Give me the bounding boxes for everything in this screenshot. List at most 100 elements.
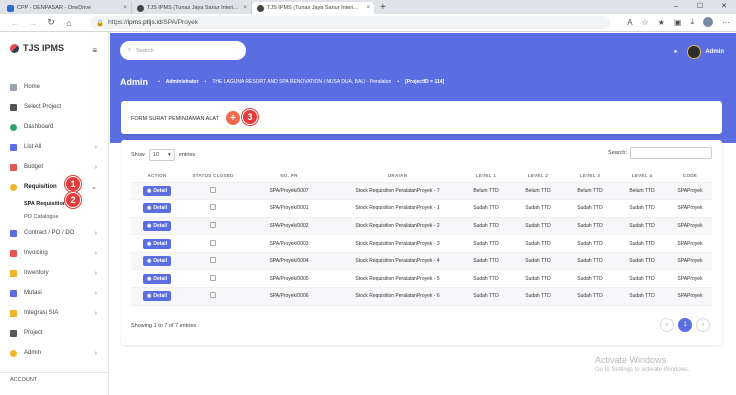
minimize-icon[interactable]: – [664,0,688,14]
favorites-list-icon[interactable]: ★ [658,18,665,27]
menu-toggle-icon[interactable]: ≡ [92,46,97,55]
no-pr-cell: SPA/Proyek/0003 [243,234,335,253]
collections-icon[interactable]: ▣ [674,18,682,27]
column-header[interactable]: CODE [668,170,712,183]
sidebar-item-label: Home [24,84,41,90]
detail-button[interactable]: ◉ Detail [143,273,171,284]
table-row: ◉ Detail SPA/Proyek/0001 Stock Requisition … [131,199,712,218]
column-header[interactable]: LEVEL 3 [564,170,616,183]
sidebar-item-select-project[interactable]: Select Project [0,97,109,117]
sidebar-item-list-all[interactable]: List All › [0,137,109,157]
sidebar-item-requisition[interactable]: Requisition ⌄ [0,177,109,197]
level1-cell: Sudah TTD [460,217,512,236]
column-header[interactable]: LEVEL 4 [616,170,668,183]
submenu-spa-requisition[interactable]: SPA Requisition [0,197,109,210]
detail-button[interactable]: ◉ Detail [143,220,171,231]
column-header[interactable]: LEVEL 2 [512,170,564,183]
favorite-icon[interactable]: ☆ [642,18,649,27]
page-title: Admin [120,77,148,87]
avatar[interactable] [687,45,702,59]
status-closed-checkbox[interactable] [210,292,216,299]
add-button[interactable]: + [226,111,240,125]
sidebar-item-mutasi[interactable]: Mutasi › [0,283,109,303]
action-cell: ◉ Detail [131,287,183,306]
column-header[interactable]: STATUS CLOSED [183,170,243,183]
detail-button[interactable]: ◉ Detail [143,256,171,267]
sidebar-item-contract[interactable]: Contract / PO / DO › [0,223,109,243]
crumb-project-id: [ProjectID = 114] [405,79,444,85]
sidebar-item-admin[interactable]: Admin › [0,343,109,363]
user-name[interactable]: Admin [705,49,724,55]
download-icon[interactable]: ⤓ [690,17,694,27]
step-badge-2: 2 [65,192,81,208]
table-body: ◉ Detail SPA/Proyek/0007 Stock Requisition … [131,182,712,306]
column-header[interactable]: ACTION [131,170,183,183]
maximize-icon[interactable]: ☐ [688,0,712,14]
sidebar-item-inventory[interactable]: Inventory › [0,263,109,283]
chevron-right-icon: › [94,229,97,237]
entries-value: 10 [152,152,159,158]
next-page-button[interactable]: › [696,318,710,332]
level4-cell: Belum TTD [616,182,668,201]
close-tab-icon[interactable]: × [243,5,247,11]
new-tab-button[interactable]: + [380,2,386,14]
sidebar-item-home[interactable]: Home [0,77,109,97]
read-aloud-icon[interactable]: A [627,18,632,27]
detail-button[interactable]: ◉ Detail [143,203,171,214]
no-pr-cell: SPA/Proyek/0005 [243,269,335,289]
eye-icon: ◉ [147,240,152,247]
chat-icon[interactable]: ● [674,49,678,55]
forward-icon[interactable]: → [24,18,42,28]
column-header[interactable]: URAIAN [335,170,460,183]
search-input[interactable]: ⌕ Search [120,41,246,60]
browser-tab[interactable]: TJS IPMS (Tunas Jaya Sanur Interi... × [132,2,252,14]
level4-cell: Sudah TTD [616,269,668,289]
detail-button[interactable]: ◉ Detail [143,291,171,302]
level2-cell: Sudah TTD [512,287,564,306]
page-button[interactable]: 1 [678,318,692,332]
status-closed-checkbox[interactable] [210,274,216,281]
more-icon[interactable]: ⋯ [722,18,730,27]
uraian-cell: Stock Requisition PeralatanProyek - 4 [335,252,460,271]
status-closed-checkbox[interactable] [210,257,216,264]
status-closed-checkbox[interactable] [210,221,216,228]
refresh-icon[interactable]: ↻ [42,17,60,28]
browser-tab-active[interactable]: TJS IPMS (Tunas Jaya Sanur Interi... × [252,2,374,14]
url-field[interactable]: 🔒 https://ipms.ptljs.id/SPA/Proyek [90,16,610,29]
detail-button[interactable]: ◉ Detail [143,238,171,249]
level2-cell: Sudah TTD [512,217,564,236]
close-tab-icon[interactable]: × [366,5,370,11]
sidebar-item-budget[interactable]: Budget › [0,157,109,177]
back-icon[interactable]: ← [6,18,24,28]
close-window-icon[interactable]: ✕ [712,0,736,14]
eye-icon: ◉ [147,187,152,194]
sidebar-item-project[interactable]: Project [0,323,109,343]
project-icon [10,329,17,337]
sidebar-item-invoicing[interactable]: Invoicing › [0,243,109,263]
level1-cell: Sudah TTD [460,199,512,218]
browser-tab[interactable]: CPP - DENPASAR - OneDrive × [2,2,132,14]
home-browser-icon[interactable]: ⌂ [60,18,78,28]
sidebar-item-label: Invoicing [24,250,48,256]
detail-label: Detail [153,258,167,265]
column-header[interactable]: LEVEL 1 [460,170,512,183]
column-header[interactable]: NO. PR [243,170,335,183]
table-search-input[interactable] [630,147,712,159]
status-closed-checkbox[interactable] [210,186,216,193]
status-closed-checkbox[interactable] [210,204,216,211]
brand[interactable]: TJS IPMS [10,43,64,53]
prev-page-button[interactable]: ‹ [660,318,674,332]
status-closed-checkbox[interactable] [210,239,216,246]
sidebar-item-integrasi-sia[interactable]: Integrasi SIA › [0,303,109,323]
submenu-po-catalogue[interactable]: PO Catalogue [0,210,109,223]
eye-icon: ◉ [147,205,152,212]
table-info: Showing 1 to 7 of 7 entries [131,323,197,329]
close-tab-icon[interactable]: × [123,5,127,11]
entries-select[interactable]: 10 ▾ [148,149,175,161]
sidebar-item-label: List All [24,144,42,150]
uraian-cell: Stock Requisition PeralatanProyek - 3 [335,234,460,253]
profile-avatar[interactable] [703,17,713,27]
detail-button[interactable]: ◉ Detail [143,185,171,196]
sidebar-item-dashboard[interactable]: Dashboard [0,117,109,137]
sidebar-item-label: Integrasi SIA [24,310,59,316]
